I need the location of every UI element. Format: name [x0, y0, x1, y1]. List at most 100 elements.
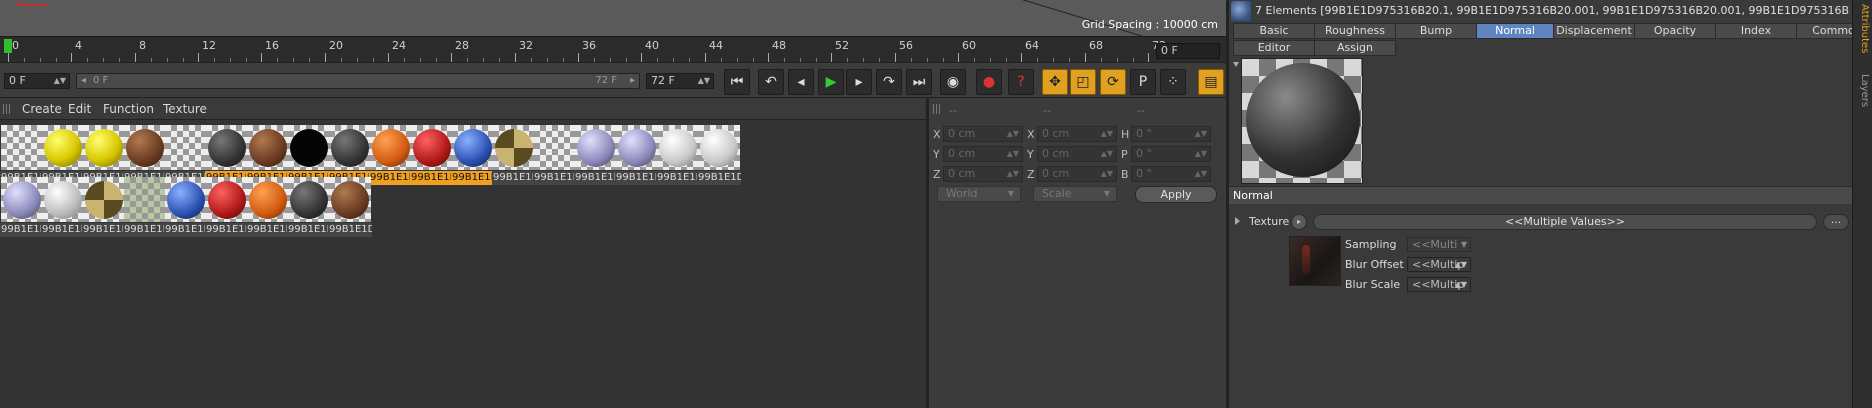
material-swatch[interactable]: 99B1E1D [533, 124, 577, 188]
material-swatch[interactable]: 99B1E1D [246, 176, 290, 240]
side-tab-layers[interactable]: Layers [1856, 74, 1870, 107]
end-frame-field[interactable]: 72 F ▲▼ [646, 73, 714, 89]
tab-bump[interactable]: Bump [1395, 23, 1477, 39]
collapse-arrow-icon[interactable] [1233, 62, 1239, 67]
material-swatch[interactable]: 99B1E1D [615, 124, 659, 188]
prev-frame-icon[interactable]: ◂ [788, 69, 814, 95]
stepper-icon[interactable]: ▲▼ [698, 74, 710, 88]
autokey-help-icon[interactable]: ? [1008, 69, 1034, 95]
range-left-arrow-icon[interactable]: ◂ [81, 75, 86, 86]
param-icon[interactable]: P [1130, 69, 1156, 95]
material-swatch[interactable]: 99B1E1D [41, 176, 85, 240]
move-icon[interactable]: ✥ [1042, 69, 1068, 95]
record-disabled-icon[interactable]: ◉ [940, 69, 966, 95]
stepper-icon[interactable]: ▲▼ [1101, 127, 1113, 141]
frame-range-slider[interactable]: ◂ 0 F 72 F ▸ [76, 73, 640, 89]
material-swatch[interactable]: 99B1E1D [574, 124, 618, 188]
stepper-icon[interactable]: ▲▼ [1007, 127, 1019, 141]
coord-value-field[interactable]: 0 cm ▲▼ [1037, 166, 1117, 182]
start-frame-field[interactable]: 0 F ▲▼ [4, 73, 70, 89]
tab-editor[interactable]: Editor [1233, 40, 1315, 56]
coord-scale-dropdown[interactable]: Scale ▼ [1033, 186, 1117, 202]
coord-world-dropdown[interactable]: World ▼ [937, 186, 1021, 202]
material-swatch[interactable]: 99B1E1D [123, 176, 167, 240]
material-swatch[interactable]: 99B1E1D [451, 124, 495, 188]
stepper-icon[interactable]: ▲▼ [1101, 147, 1113, 161]
stepper-icon[interactable]: ▲▼ [1101, 167, 1113, 181]
timeline-film-icon[interactable]: ▤ [1198, 69, 1224, 95]
stepper-icon[interactable]: ▲▼ [1195, 167, 1207, 181]
apply-button[interactable]: Apply [1135, 186, 1217, 203]
material-name: 99B1E1D [287, 223, 331, 237]
coord-value-field[interactable]: 0 cm ▲▼ [943, 126, 1023, 142]
material-swatch[interactable]: 99B1E1D [205, 176, 249, 240]
ruler-tick-label: 0 [12, 39, 19, 52]
material-swatch[interactable]: 99B1E1D [164, 176, 208, 240]
coord-value-field[interactable]: 0 ° ▲▼ [1131, 146, 1211, 162]
scale-icon[interactable]: ◰ [1070, 69, 1096, 95]
material-preview-thumb [206, 125, 248, 170]
go-to-start-icon[interactable]: ⏮ [724, 69, 750, 95]
play-icon[interactable]: ▶ [818, 69, 844, 95]
material-swatch[interactable]: 99B1E1D [287, 176, 331, 240]
material-swatch[interactable]: 99B1E1D [410, 124, 454, 188]
side-tab-attributes[interactable]: Attributes [1856, 4, 1870, 53]
material-swatch[interactable]: 99B1E1D [369, 124, 413, 188]
rotate-icon[interactable]: ⟳ [1100, 69, 1126, 95]
material-swatch[interactable]: 99B1E1D [0, 176, 44, 240]
material-swatch[interactable]: 99B1E1D [328, 176, 372, 240]
coord-value-field[interactable]: 0 cm ▲▼ [943, 166, 1023, 182]
stepper-icon[interactable]: ▲▼ [1007, 147, 1019, 161]
prev-key-icon[interactable]: ↶ [758, 69, 784, 95]
material-swatch[interactable]: 99B1E1D [82, 176, 126, 240]
stepper-icon[interactable]: ▲▼ [1455, 258, 1467, 271]
material-swatch[interactable]: 99B1E1D [656, 124, 700, 188]
tab-assign[interactable]: Assign [1314, 40, 1396, 56]
coord-value-field[interactable]: 0 cm ▲▼ [943, 146, 1023, 162]
coord-value-field[interactable]: 0 cm ▲▼ [1037, 126, 1117, 142]
tab-opacity[interactable]: Opacity [1634, 23, 1716, 39]
material-name: 99B1E1D [123, 223, 167, 237]
next-frame-icon[interactable]: ▸ [846, 69, 872, 95]
expand-arrow-icon[interactable] [1235, 217, 1240, 225]
panel-grip-icon[interactable] [933, 104, 941, 114]
tab-normal[interactable]: Normal [1476, 23, 1554, 39]
stepper-icon[interactable]: ▲▼ [1455, 278, 1467, 291]
material-preview-thumb [329, 177, 371, 222]
material-manager[interactable]: 99B1E1D 99B1E1D 99B1E1D 99B1E1D 99B1E1D 99B1E… [0, 120, 926, 408]
texture-more-button[interactable]: ... [1823, 214, 1849, 230]
tab-basic[interactable]: Basic [1233, 23, 1315, 39]
stepper-icon[interactable]: ▲▼ [1195, 127, 1207, 141]
next-key-icon[interactable]: ↷ [876, 69, 902, 95]
ruler[interactable]: 04812162024283236404448525660646872 [8, 37, 1166, 63]
texture-field[interactable]: <<Multiple Values>> [1313, 214, 1817, 230]
tab-index[interactable]: Index [1715, 23, 1797, 39]
menu-edit[interactable]: Edit [68, 102, 91, 116]
sampling-dropdown[interactable]: <<Multi ▼ [1407, 237, 1471, 252]
current-frame-field[interactable]: 0 F [1156, 43, 1220, 59]
stepper-icon[interactable]: ▲▼ [1007, 167, 1019, 181]
material-swatch[interactable]: 99B1E1D [697, 124, 741, 188]
material-swatch[interactable]: 99B1E1D [492, 124, 536, 188]
texture-menu-button[interactable]: ▸ [1291, 214, 1307, 230]
timeline-ruler[interactable]: 04812162024283236404448525660646872 0 F [0, 36, 1226, 63]
menu-function[interactable]: Function [103, 102, 154, 116]
blur-scale-field[interactable]: <<Multip ▲▼ [1407, 277, 1471, 292]
menu-create[interactable]: Create [22, 102, 62, 116]
tab-displacement[interactable]: Displacement [1553, 23, 1635, 39]
coord-value-field[interactable]: 0 ° ▲▼ [1131, 166, 1211, 182]
coord-value-field[interactable]: 0 ° ▲▼ [1131, 126, 1211, 142]
record-icon[interactable]: ● [976, 69, 1002, 95]
range-right-arrow-icon[interactable]: ▸ [630, 75, 635, 86]
viewport[interactable]: Grid Spacing : 10000 cm [0, 0, 1226, 40]
go-to-end-icon[interactable]: ⏭ [906, 69, 932, 95]
playhead[interactable] [4, 39, 12, 53]
menu-texture[interactable]: Texture [163, 102, 207, 116]
tab-roughness[interactable]: Roughness [1314, 23, 1396, 39]
blur-offset-field[interactable]: <<Multip ▲▼ [1407, 257, 1471, 272]
stepper-icon[interactable]: ▲▼ [54, 74, 66, 88]
dots-icon[interactable]: ⁘ [1160, 69, 1186, 95]
panel-grip-icon[interactable] [3, 104, 11, 114]
coord-value-field[interactable]: 0 cm ▲▼ [1037, 146, 1117, 162]
stepper-icon[interactable]: ▲▼ [1195, 147, 1207, 161]
